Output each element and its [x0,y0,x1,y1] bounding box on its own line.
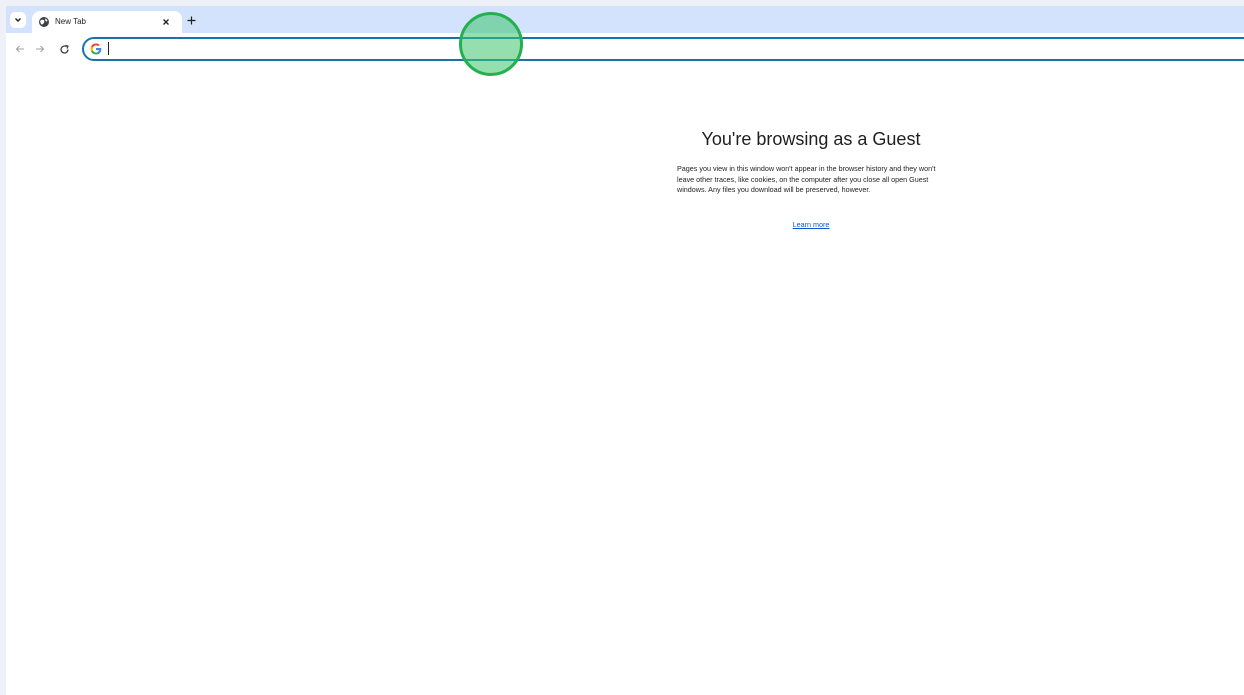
guest-info: You're browsing as a Guest Pages you vie… [677,128,945,229]
tab-new-tab[interactable]: New Tab [32,11,182,33]
arrow-left-icon [15,45,24,53]
globe-icon [39,17,49,27]
text-caret [108,42,109,55]
browser-window: New Tab You're browsing as a Guest Pages… [6,6,1244,695]
tab-close-button[interactable] [160,16,172,28]
back-button[interactable] [12,41,28,57]
address-input[interactable] [108,40,708,58]
tab-title: New Tab [55,17,86,26]
plus-icon [187,16,195,24]
tab-strip: New Tab [6,6,1244,33]
learn-more-link[interactable]: Learn more [677,220,945,229]
guest-description: Pages you view in this window won't appe… [677,164,936,194]
forward-button[interactable] [32,41,48,57]
new-tab-button[interactable] [184,13,198,27]
arrow-right-icon [36,45,45,53]
page-content: You're browsing as a Guest Pages you vie… [6,70,1244,695]
address-bar[interactable] [82,37,1244,61]
tab-search-button[interactable] [10,12,26,28]
reload-button[interactable] [56,41,72,57]
google-g-icon [90,43,102,55]
page-title: You're browsing as a Guest [701,129,921,149]
reload-icon [59,44,69,54]
toolbar [6,33,1244,70]
chevron-down-icon [15,18,21,22]
close-icon [163,19,169,25]
